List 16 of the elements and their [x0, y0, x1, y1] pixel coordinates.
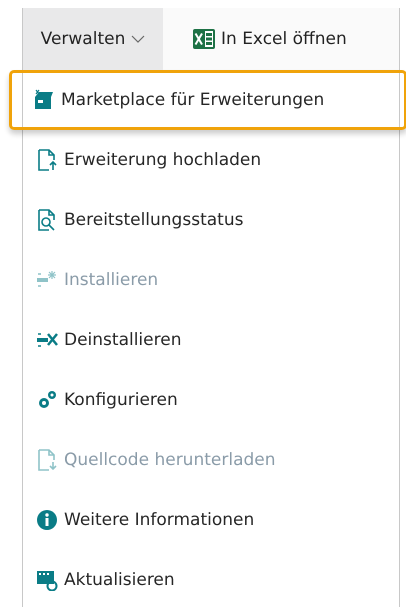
document-upload-icon — [36, 149, 58, 171]
manage-menu-button[interactable]: Verwalten — [23, 8, 163, 70]
spreadsheet-icon — [193, 29, 215, 49]
open-in-excel-button[interactable]: In Excel öffnen — [163, 8, 357, 70]
menu-item[interactable]: Marketplace für Erweiterungen — [9, 70, 406, 130]
info-icon — [36, 509, 58, 531]
menu-item[interactable]: Bereitstellungsstatus — [23, 190, 399, 250]
chevron-down-icon — [131, 35, 146, 43]
menu-item[interactable]: Konfigurieren — [23, 370, 399, 430]
menu-item[interactable]: Deinstallieren — [23, 310, 399, 370]
store-icon — [33, 89, 55, 111]
document-download-icon — [36, 449, 58, 471]
document-search-icon — [36, 209, 58, 231]
menu-item[interactable]: Erweiterung hochladen — [23, 130, 399, 190]
menu-item[interactable]: Weitere Informationen — [23, 490, 399, 550]
menu-item[interactable]: Aktualisieren — [23, 550, 399, 607]
